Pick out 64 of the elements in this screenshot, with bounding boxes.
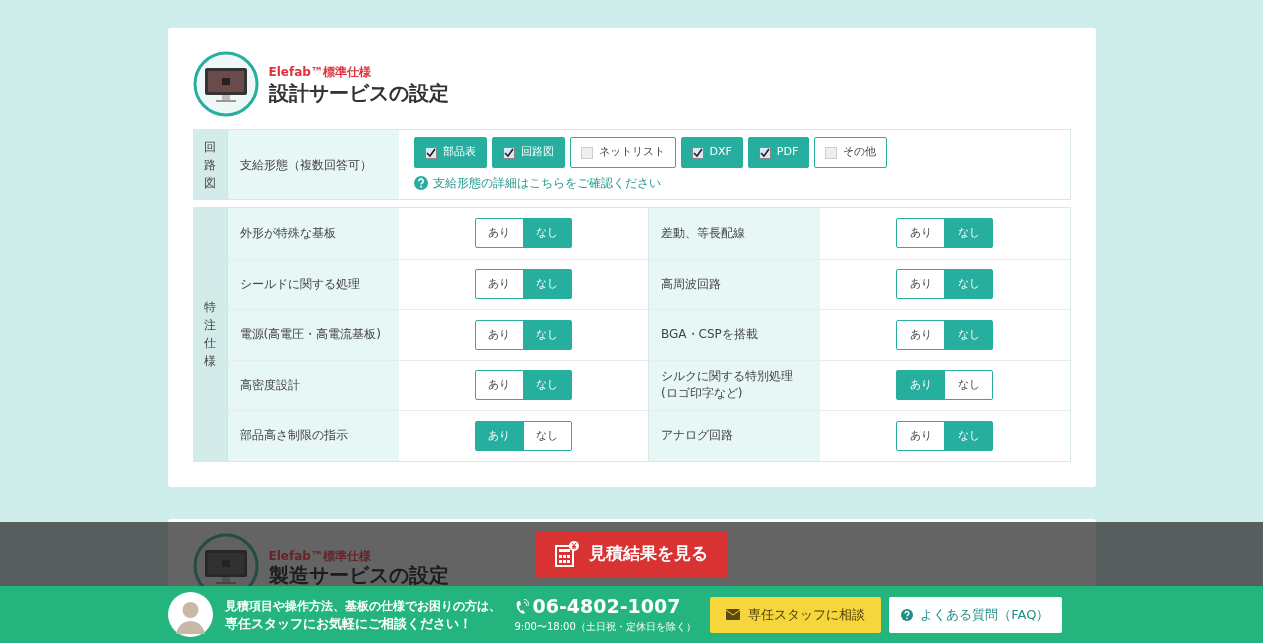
result-button[interactable]: 見積結果を見る [535,530,728,578]
checkbox-icon [580,146,593,159]
faq-button[interactable]: よくある質問（FAQ） [888,596,1062,633]
toggle-option[interactable]: なし [522,319,572,350]
checkbox-option[interactable]: 回路図 [491,137,565,168]
toggle-option[interactable]: あり [474,269,524,300]
toggle-option[interactable]: あり [896,370,946,401]
envelope-icon [725,609,740,620]
section-title: 製造サービスの設定 [268,564,449,585]
checkbox-option[interactable]: PDF [747,137,810,168]
toggle-option[interactable]: なし [522,218,572,249]
checkbox-icon [424,146,437,159]
brand-label: Elefab™標準仕様 [268,547,372,565]
avatar-icon [167,592,213,637]
toggle-option[interactable]: なし [944,420,994,451]
toggle-option[interactable]: なし [522,370,572,401]
toggle-option[interactable]: なし [944,269,994,300]
contact-message: 見積項目や操作方法、基板の仕様でお困りの方は、 [224,597,501,615]
toggle-option[interactable]: あり [474,370,524,401]
field-label: シルクに関する特別処理 (ロゴ印字など) [661,368,793,403]
toggle-option[interactable]: あり [896,319,946,350]
toggle-option[interactable]: あり [474,218,524,249]
toggle-option[interactable]: あり [896,269,946,300]
checkbox-option[interactable]: その他 [814,137,888,168]
field-label: 外形が特殊な基板 [239,224,336,242]
question-icon [413,176,428,190]
toggle-option[interactable]: あり [896,218,946,249]
toggle-option[interactable]: あり [474,319,524,350]
staff-consult-button[interactable]: 専任スタッフに相談 [709,596,881,633]
field-label: 高密度設計 [239,376,300,394]
field-label: 支給形態（複数回答可） [239,156,372,174]
toggle-option[interactable]: あり [474,420,524,451]
checkbox-option[interactable]: ネットリスト [569,137,676,168]
checkbox-option[interactable]: 部品表 [413,137,487,168]
group-label: 特注仕様 [204,299,216,371]
field-label: BGA・CSPを搭載 [661,326,758,344]
phone-number: 06-4802-1007 [532,595,681,619]
toggle-option[interactable]: なし [944,218,994,249]
calculator-icon [555,541,579,567]
field-label: 部品高さ制限の指示 [239,427,348,445]
toggle-option[interactable]: なし [522,420,572,451]
checkbox-option[interactable]: DXF [680,137,743,168]
phone-icon [514,599,529,615]
field-label: アナログ回路 [661,427,733,445]
checkbox-icon [502,146,515,159]
monitor-icon [192,51,259,117]
checkbox-icon [825,146,838,159]
field-label: 高周波回路 [661,275,721,293]
field-label: 電源(高電圧・高電流基板) [239,326,381,344]
checkbox-icon [758,146,771,159]
contact-message: 専任スタッフにお気軽にご相談ください！ [224,614,473,633]
checkbox-icon [691,146,704,159]
toggle-option[interactable]: なし [944,319,994,350]
business-hours: 9:00〜18:00（土日祝・定休日を除く） [514,619,696,634]
group-label: 回路図 [204,138,216,192]
toggle-option[interactable]: あり [896,420,946,451]
help-icon [901,608,914,621]
toggle-option[interactable]: なし [522,269,572,300]
help-link[interactable]: 支給形態の詳細はこちらをご確認ください [413,174,1070,192]
section-title: 設計サービスの設定 [268,80,449,106]
toggle-option[interactable]: なし [944,370,994,401]
field-label: 差動、等長配線 [661,224,745,242]
field-label: シールドに関する処理 [239,275,360,293]
brand-label: Elefab™標準仕様 [268,63,372,81]
